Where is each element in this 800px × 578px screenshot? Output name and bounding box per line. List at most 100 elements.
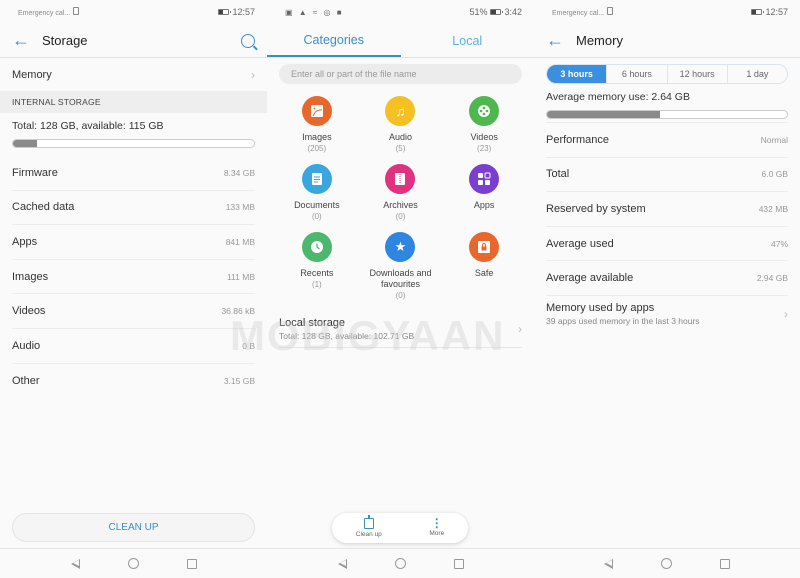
memory-used-by-apps-row[interactable]: Memory used by apps 39 apps used memory … [546,296,788,332]
category-count: (0) [311,212,322,221]
nav-home-icon[interactable] [661,558,672,569]
memory-item: Average available 2.94 GB [546,261,788,296]
local-storage-row[interactable]: Local storage Total: 128 GB, available: … [279,310,522,348]
status-left: Emergency cal... [18,7,80,17]
item-value: 3.15 GB [223,375,255,386]
chevron-right-icon: › [251,67,255,82]
memory-row[interactable]: Memory › [12,58,255,91]
item-label: Average used [546,237,614,250]
archive-icon [385,164,416,194]
clean-up-button[interactable]: CLEAN UP [12,513,255,542]
nav-recents-icon[interactable] [186,558,197,569]
category-apps[interactable]: Apps [442,164,526,226]
storage-screen: Emergency cal... 12:57 ← Storage Memory … [0,0,267,578]
chevron-right-icon: › [518,321,522,336]
screenshot-collage: Emergency cal... 12:57 ← Storage Memory … [0,0,800,578]
category-name: Audio [388,132,412,142]
more-vert-icon: ⋮ [430,516,443,530]
image-icon [301,96,332,126]
memory-item: Performance Normal [546,123,788,158]
category-count: (0) [395,212,406,221]
item-label: Apps [12,235,38,248]
storage-list: Firmware 8.34 GB Cached data 133 MB Apps 84… [0,156,267,398]
status-time: 3:42 [504,7,522,17]
status-time: 12:57 [232,7,255,17]
category-count: (205) [307,144,327,153]
clean-up-label: Clean up [355,531,382,538]
range-1-day[interactable]: 1 day [728,65,787,83]
range-3-hours[interactable]: 3 hours [547,65,608,83]
storage-item[interactable]: Images 111 MB [12,260,255,295]
tab-local[interactable]: Local [401,24,535,57]
item-value: 8.34 GB [223,167,255,178]
category-recents[interactable]: Recents (1) [275,232,359,294]
average-memory-use: Average memory use: 2.64 GB [546,91,690,103]
tab-categories[interactable]: Categories [267,24,401,57]
memory-label: Memory [12,68,52,81]
page-title: Memory [576,33,623,48]
back-arrow-icon[interactable]: ← [546,30,576,51]
safe-lock-icon [469,232,500,262]
category-count: (0) [395,291,406,300]
category-documents[interactable]: Documents (0) [275,164,359,226]
search-icon[interactable] [241,33,255,48]
nav-back-icon[interactable] [604,558,613,569]
nav-recents-icon[interactable] [453,558,464,569]
memory-item: Total 6.0 GB [546,158,788,193]
item-value: 432 MB [758,203,788,214]
range-12-hours[interactable]: 12 hours [668,65,728,83]
memory-screen: Emergency cal... 12:57 ← Memory 3 hours … [534,0,800,578]
star-icon: ★ [385,232,416,262]
item-value: 6.0 GB [761,169,788,180]
category-safe[interactable]: Safe [442,232,526,294]
category-count: (5) [395,144,406,153]
nav-home-icon[interactable] [394,558,406,569]
sim-icon [607,7,614,15]
section-header: INTERNAL STORAGE [0,91,267,113]
back-arrow-icon[interactable]: ← [12,30,42,51]
memory-item: Average used 47% [546,227,788,262]
app-bar: ← Storage [0,24,267,58]
more-label: More [429,530,445,537]
apps-row-subtitle: 39 apps used memory in the last 3 hours [546,315,700,326]
storage-usage-fill [13,140,38,147]
storage-item[interactable]: Apps 841 MB [12,225,255,260]
film-reel-icon [469,96,500,126]
item-value: 133 MB [225,202,255,213]
nav-back-icon[interactable] [70,558,80,569]
nav-back-icon[interactable] [337,558,347,569]
item-label: Reserved by system [546,202,646,215]
category-images[interactable]: Images (205) [275,96,359,158]
storage-item[interactable]: Cached data 133 MB [12,191,255,226]
item-label: Performance [546,133,609,146]
category-name: Apps [473,200,495,210]
category-archives[interactable]: Archives (0) [359,164,443,226]
category-name: Videos [470,132,498,142]
storage-item[interactable]: Videos 36.86 kB [12,294,255,329]
clock-icon [301,232,332,262]
item-label: Images [12,270,49,283]
range-6-hours[interactable]: 6 hours [607,65,668,83]
clean-up-action[interactable]: Clean up [355,515,382,538]
more-action[interactable]: ⋮ More [429,516,445,537]
category-grid: Images (205) ♫ Audio (5) Videos (23) Doc… [267,84,534,304]
battery-percent: 51% [469,7,488,17]
category-videos[interactable]: Videos (23) [442,96,526,158]
storage-item[interactable]: Audio 0 B [12,329,255,364]
status-bar: ▣ ▲ ≈ ◎ ■ 51% 3:42 [267,0,534,24]
item-value: 2.94 GB [756,273,788,284]
nav-home-icon[interactable] [127,558,139,569]
item-value: 841 MB [225,236,255,247]
storage-item[interactable]: Firmware 8.34 GB [12,156,255,191]
category-name: Downloads and favourites [369,268,432,289]
file-search-input[interactable]: Enter all or part of the file name [279,64,522,84]
item-label: Videos [12,305,46,318]
category-downloads-favourites[interactable]: ★ Downloads and favourites (0) [359,232,443,304]
category-audio[interactable]: ♫ Audio (5) [359,96,443,158]
item-value: 0 B [242,340,255,351]
category-name: Recents [300,268,334,278]
nav-recents-icon[interactable] [720,558,730,569]
storage-item[interactable]: Other 3.15 GB [12,364,255,399]
bottom-action-bar: Clean up ⋮ More [332,513,468,543]
status-bar: Emergency cal... 12:57 [0,0,267,24]
